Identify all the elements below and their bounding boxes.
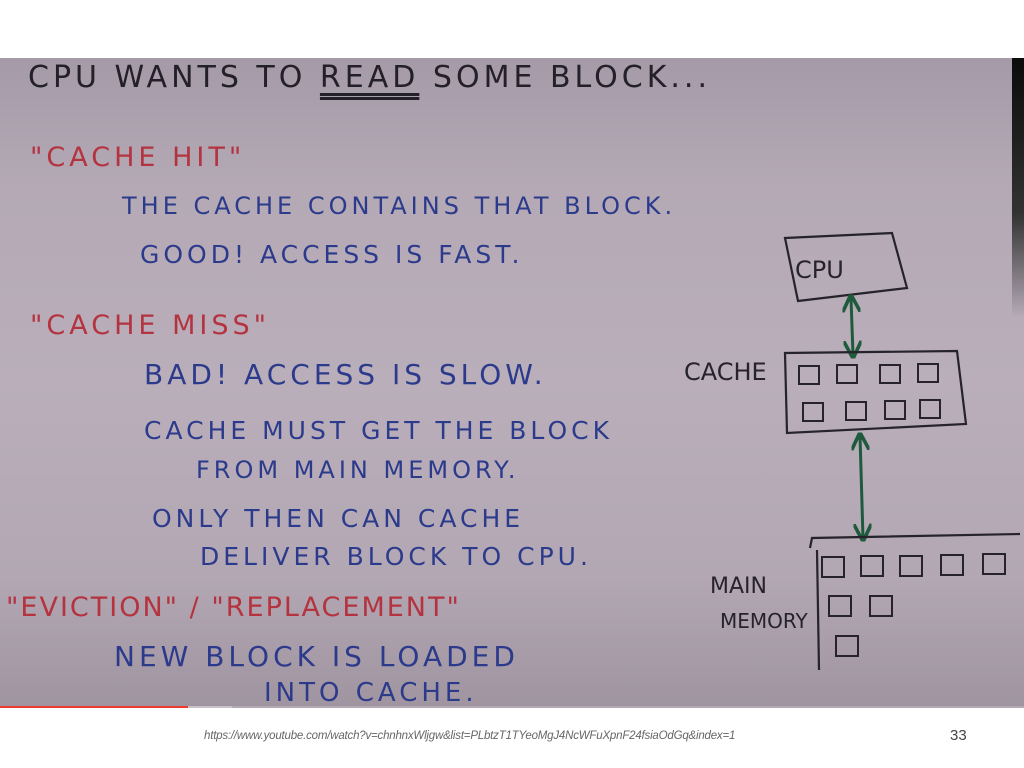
memory-block — [919, 399, 941, 419]
memory-block — [845, 401, 867, 421]
memory-block — [860, 555, 884, 577]
memory-block — [879, 364, 901, 384]
memory-block — [982, 553, 1006, 575]
memory-block — [821, 556, 845, 578]
page-number: 33 — [950, 727, 967, 744]
cpu-cache-arrow — [851, 298, 853, 355]
memory-block — [940, 554, 964, 576]
memory-block — [869, 595, 893, 617]
cache-memory-arrow — [860, 436, 863, 538]
memory-hierarchy-diagram: CPU CACHE MAIN MEMORY — [684, 231, 1021, 671]
memory-block — [884, 400, 906, 420]
cache-label: CACHE — [684, 358, 767, 386]
video-played-bar[interactable] — [0, 706, 189, 708]
memory-blocks — [821, 553, 1006, 657]
cpu-label: CPU — [795, 256, 844, 284]
memory-block — [828, 595, 852, 617]
main-memory-label-line2: MEMORY — [720, 609, 809, 633]
cache-blocks — [798, 363, 941, 422]
memory-block — [798, 365, 820, 385]
video-progress-bar[interactable] — [0, 706, 1024, 708]
main-memory-label-line1: MAIN — [710, 574, 767, 599]
video-frame[interactable]: CPU WANTS TO READ SOME BLOCK... "CACHE H… — [0, 58, 1024, 708]
memory-block — [836, 364, 858, 384]
memory-block — [917, 363, 939, 383]
source-url[interactable]: https://www.youtube.com/watch?v=chnhnxWl… — [204, 730, 735, 742]
memory-block — [899, 555, 923, 577]
memory-block — [835, 635, 859, 657]
memory-block — [802, 402, 824, 422]
